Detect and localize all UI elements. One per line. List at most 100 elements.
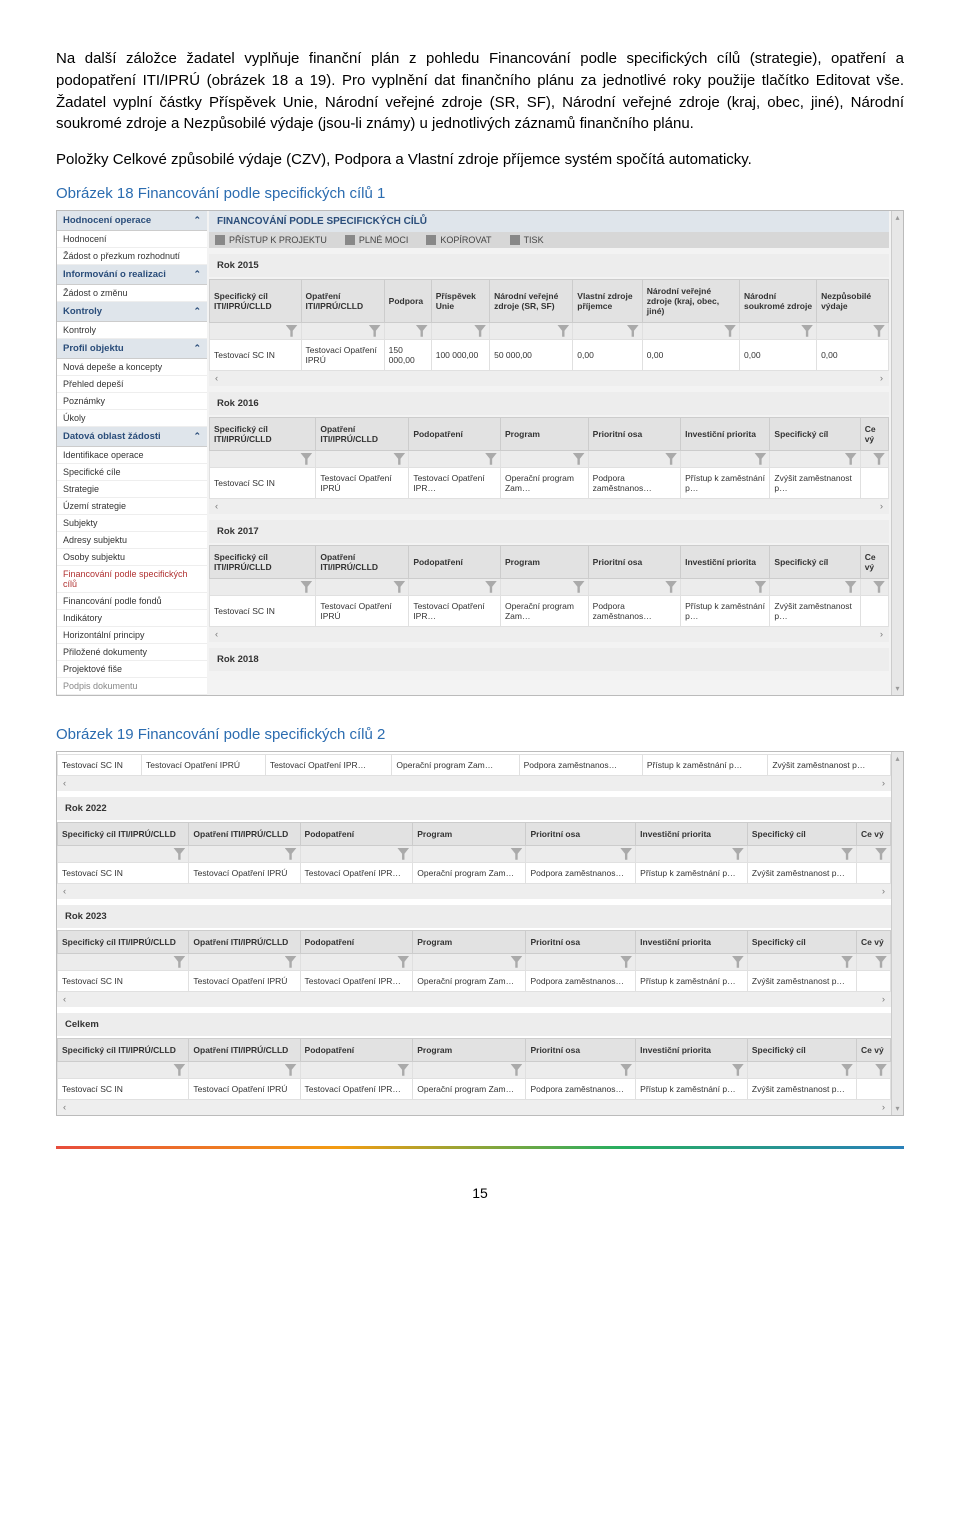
sidebar-item[interactable]: Strategie: [57, 481, 207, 498]
column-header[interactable]: Ce vý: [857, 822, 891, 845]
column-header[interactable]: Ce vý: [860, 545, 888, 578]
filter-icon[interactable]: [173, 848, 185, 860]
column-header[interactable]: Opatření ITI/IPRÚ/CLLD: [189, 1038, 300, 1061]
toolbar-button[interactable]: PŘÍSTUP K PROJEKTU: [215, 235, 327, 245]
filter-icon[interactable]: [873, 581, 885, 593]
sidebar-group-header[interactable]: Profil objektu⌃: [57, 339, 207, 359]
sidebar-item[interactable]: Přehled depeší: [57, 376, 207, 393]
filter-icon[interactable]: [286, 325, 298, 337]
table-row[interactable]: Testovací SC INTestovací Opatření IPRÚ15…: [210, 339, 889, 370]
toolbar-button[interactable]: TISK: [510, 235, 544, 245]
column-header[interactable]: Specifický cíl ITI/IPRÚ/CLLD: [58, 930, 189, 953]
column-header[interactable]: Opatření ITI/IPRÚ/CLLD: [189, 822, 300, 845]
column-header[interactable]: Národní veřejné zdroje (SR, SF): [490, 279, 573, 322]
filter-icon[interactable]: [557, 325, 569, 337]
filter-icon[interactable]: [474, 325, 486, 337]
sidebar-item[interactable]: Horizontální principy: [57, 627, 207, 644]
filter-icon[interactable]: [875, 956, 887, 968]
scroll-left-icon[interactable]: ‹: [215, 373, 218, 384]
column-header[interactable]: Prioritní osa: [526, 1038, 636, 1061]
column-header[interactable]: Prioritní osa: [588, 545, 680, 578]
scroll-left-icon[interactable]: ‹: [63, 1102, 66, 1113]
filter-icon[interactable]: [754, 453, 766, 465]
sidebar-item[interactable]: Úkoly: [57, 410, 207, 427]
column-header[interactable]: Příspěvek Unie: [431, 279, 489, 322]
scroll-right-icon[interactable]: ›: [882, 1102, 885, 1113]
column-header[interactable]: Nezpůsobilé výdaje: [817, 279, 889, 322]
scroll-left-icon[interactable]: ‹: [63, 778, 66, 789]
filter-icon[interactable]: [397, 848, 409, 860]
filter-icon[interactable]: [873, 325, 885, 337]
filter-icon[interactable]: [732, 956, 744, 968]
vertical-scrollbar[interactable]: ▴▾: [891, 211, 903, 695]
vertical-scrollbar[interactable]: ▴▾: [891, 752, 903, 1115]
sidebar-item[interactable]: Žádost o změnu: [57, 285, 207, 302]
filter-icon[interactable]: [510, 848, 522, 860]
column-header[interactable]: Ce vý: [857, 930, 891, 953]
column-header[interactable]: Národní veřejné zdroje (kraj, obec, jiné…: [642, 279, 739, 322]
column-header[interactable]: Specifický cíl ITI/IPRÚ/CLLD: [210, 417, 316, 450]
sidebar-item[interactable]: Kontroly: [57, 322, 207, 339]
filter-icon[interactable]: [485, 453, 497, 465]
sidebar-item[interactable]: Financování podle fondů: [57, 593, 207, 610]
column-header[interactable]: Podopatření: [300, 1038, 413, 1061]
filter-icon[interactable]: [397, 1064, 409, 1076]
column-header[interactable]: Investiční priorita: [636, 822, 748, 845]
sidebar-group-header[interactable]: Datová oblast žádosti⌃: [57, 427, 207, 447]
sidebar-item[interactable]: Žádost o přezkum rozhodnutí: [57, 248, 207, 265]
sidebar-item[interactable]: Území strategie: [57, 498, 207, 515]
column-header[interactable]: Program: [413, 930, 526, 953]
column-header[interactable]: Investiční priorita: [681, 545, 770, 578]
filter-icon[interactable]: [845, 581, 857, 593]
filter-icon[interactable]: [875, 848, 887, 860]
sidebar-item[interactable]: Přiložené dokumenty: [57, 644, 207, 661]
filter-icon[interactable]: [416, 325, 428, 337]
column-header[interactable]: Opatření ITI/IPRÚ/CLLD: [316, 417, 409, 450]
filter-icon[interactable]: [724, 325, 736, 337]
column-header[interactable]: Investiční priorita: [681, 417, 770, 450]
sidebar-item[interactable]: Identifikace operace: [57, 447, 207, 464]
filter-icon[interactable]: [620, 956, 632, 968]
filter-icon[interactable]: [875, 1064, 887, 1076]
sidebar-item[interactable]: Osoby subjektu: [57, 549, 207, 566]
filter-icon[interactable]: [841, 848, 853, 860]
sidebar-group-header[interactable]: Kontroly⌃: [57, 302, 207, 322]
filter-icon[interactable]: [573, 453, 585, 465]
scroll-right-icon[interactable]: ›: [882, 778, 885, 789]
column-header[interactable]: Ce vý: [860, 417, 888, 450]
scroll-right-icon[interactable]: ›: [882, 994, 885, 1005]
column-header[interactable]: Prioritní osa: [588, 417, 680, 450]
filter-icon[interactable]: [732, 1064, 744, 1076]
column-header[interactable]: Program: [500, 545, 588, 578]
column-header[interactable]: Podopatření: [409, 417, 501, 450]
scroll-right-icon[interactable]: ›: [880, 501, 883, 512]
table-row[interactable]: Testovací SC INTestovací Opatření IPRÚTe…: [58, 970, 891, 991]
column-header[interactable]: Podpora: [384, 279, 431, 322]
table-row[interactable]: Testovací SC INTestovací Opatření IPRÚTe…: [210, 467, 889, 498]
filter-icon[interactable]: [620, 1064, 632, 1076]
table-row[interactable]: Testovací SC INTestovací Opatření IPRÚTe…: [58, 1078, 891, 1099]
column-header[interactable]: Program: [413, 822, 526, 845]
column-header[interactable]: Podopatření: [300, 822, 413, 845]
column-header[interactable]: Specifický cíl: [770, 417, 860, 450]
table-row[interactable]: Testovací SC INTestovací Opatření IPRÚTe…: [58, 754, 891, 775]
scroll-left-icon[interactable]: ‹: [63, 994, 66, 1005]
horizontal-scrollbar[interactable]: ‹›: [57, 1100, 891, 1115]
scroll-right-icon[interactable]: ›: [880, 373, 883, 384]
scroll-right-icon[interactable]: ›: [882, 886, 885, 897]
column-header[interactable]: Program: [413, 1038, 526, 1061]
sidebar-item[interactable]: Specifické cíle: [57, 464, 207, 481]
sidebar-item[interactable]: Nová depeše a koncepty: [57, 359, 207, 376]
column-header[interactable]: Specifický cíl: [747, 930, 856, 953]
horizontal-scrollbar[interactable]: ‹›: [209, 499, 889, 514]
column-header[interactable]: Investiční priorita: [636, 930, 748, 953]
filter-icon[interactable]: [754, 581, 766, 593]
filter-icon[interactable]: [393, 453, 405, 465]
table-row[interactable]: Testovací SC INTestovací Opatření IPRÚTe…: [210, 595, 889, 626]
filter-icon[interactable]: [665, 453, 677, 465]
horizontal-scrollbar[interactable]: ‹›: [57, 884, 891, 899]
filter-icon[interactable]: [285, 848, 297, 860]
filter-icon[interactable]: [300, 581, 312, 593]
filter-icon[interactable]: [573, 581, 585, 593]
scroll-left-icon[interactable]: ‹: [215, 629, 218, 640]
